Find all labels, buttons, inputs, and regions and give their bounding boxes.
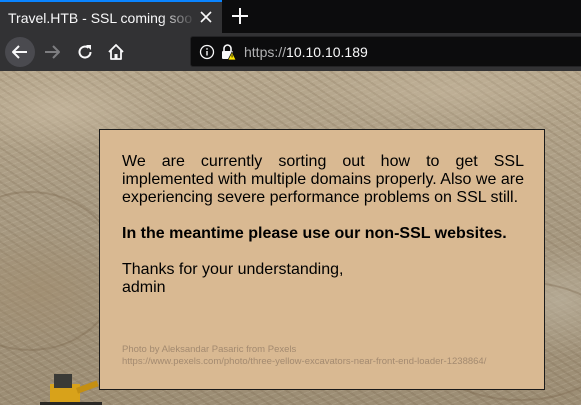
back-button[interactable] [5, 37, 35, 67]
photo-credit: Photo by Aleksandar Pasaric from Pexels … [122, 344, 542, 368]
url-host: 10.10.10.189 [286, 44, 368, 60]
close-icon[interactable] [197, 8, 215, 26]
excavator-image [40, 374, 102, 405]
photo-credit-author: Photo by Aleksandar Pasaric from Pexels [122, 344, 297, 355]
navigation-toolbar: https://10.10.10.189 [0, 33, 581, 71]
page-background: We are currently sorting out how to get … [0, 71, 581, 405]
insecure-lock-icon[interactable] [219, 43, 237, 61]
new-tab-plus-icon[interactable] [228, 4, 252, 28]
url-text[interactable]: https://10.10.10.189 [244, 43, 368, 61]
notice-paragraph-non-ssl: In the meantime please use our non-SSL w… [122, 225, 507, 242]
reload-icon [78, 45, 92, 59]
tab-title-fade [160, 2, 196, 33]
tab-travel-htb[interactable]: Travel.HTB - SSL coming soon [0, 0, 222, 33]
url-scheme: https:// [244, 44, 287, 60]
forward-button[interactable] [37, 37, 67, 67]
notice-paragraph-ssl: We are currently sorting out how to get … [122, 153, 524, 206]
ssl-notice-box: We are currently sorting out how to get … [99, 129, 545, 390]
home-icon [108, 44, 124, 60]
info-icon[interactable] [199, 44, 215, 60]
reload-button[interactable] [70, 37, 100, 67]
notice-body: We are currently sorting out how to get … [122, 153, 524, 297]
notice-thanks: Thanks for your understanding, [122, 261, 344, 278]
notice-signature: admin [122, 279, 166, 296]
forward-arrow-icon [45, 45, 60, 59]
home-button[interactable] [101, 37, 131, 67]
back-arrow-icon [12, 45, 27, 59]
photo-credit-url: https://www.pexels.com/photo/three-yello… [122, 356, 487, 367]
tab-strip: Travel.HTB - SSL coming soon [0, 0, 581, 33]
url-bar[interactable]: https://10.10.10.189 [190, 36, 581, 67]
